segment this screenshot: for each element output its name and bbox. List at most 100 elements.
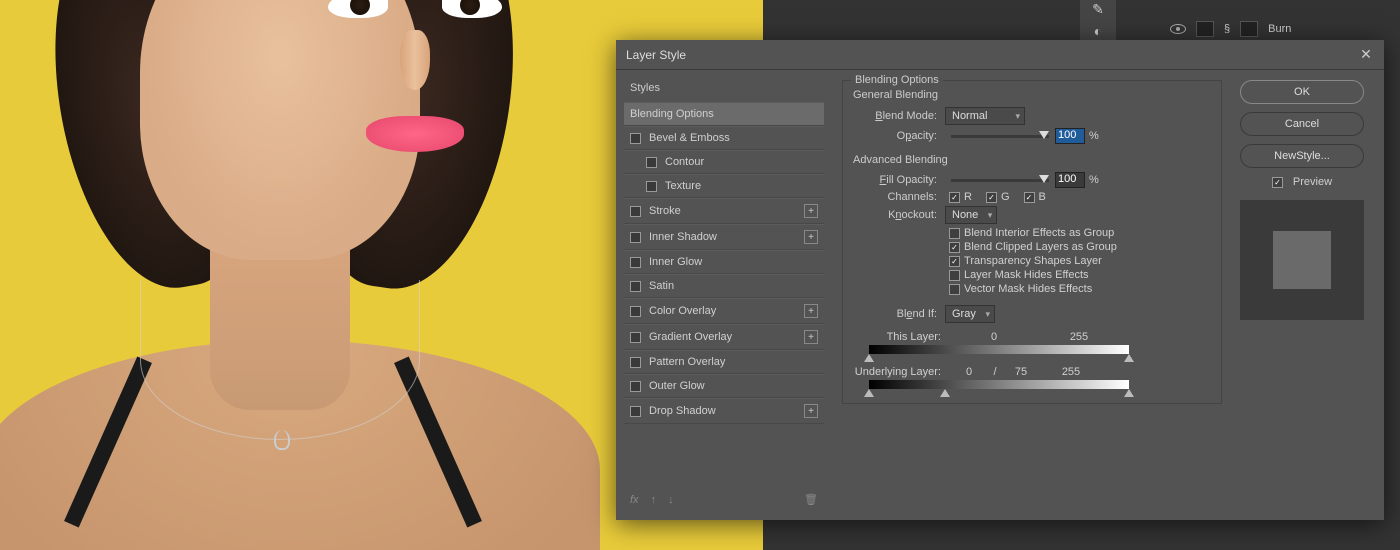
style-item-satin[interactable]: Satin — [624, 274, 824, 298]
channel-r-checkbox[interactable]: R — [949, 191, 972, 203]
style-item-pattern-overlay[interactable]: Pattern Overlay — [624, 350, 824, 374]
style-item-inner-shadow[interactable]: Inner Shadow+ — [624, 224, 824, 250]
ok-button[interactable]: OK — [1240, 80, 1364, 104]
arrow-up-icon[interactable]: ↑ — [651, 494, 657, 506]
dialog-titlebar[interactable]: Layer Style ✕ — [616, 40, 1384, 70]
preview-swatch — [1240, 200, 1364, 320]
opacity-slider[interactable] — [951, 135, 1049, 138]
style-checkbox[interactable] — [630, 206, 641, 217]
fill-opacity-slider[interactable] — [951, 179, 1049, 182]
style-item-blending-options[interactable]: Blending Options — [624, 102, 824, 126]
advanced-blend-label: Advanced Blending — [853, 154, 1211, 166]
style-checkbox[interactable] — [630, 406, 641, 417]
mini-toolbar: ✎ ◐ — [1080, 0, 1116, 40]
blendif-select[interactable]: Gray — [945, 305, 995, 323]
style-label: Contour — [665, 156, 818, 168]
cancel-button[interactable]: Cancel — [1240, 112, 1364, 136]
this-layer-val-b: 255 — [1039, 331, 1119, 343]
style-label: Color Overlay — [649, 305, 804, 317]
under-val-b: 255 — [1041, 366, 1101, 378]
layer-name[interactable]: Burn — [1268, 23, 1291, 35]
channel-b-checkbox[interactable]: B — [1024, 191, 1046, 203]
dialog-buttons: OK Cancel New Style... Preview — [1228, 70, 1376, 520]
opt-transparency[interactable]: Transparency Shapes Layer — [949, 255, 1211, 267]
panel-title: Blending Options — [851, 74, 943, 86]
opacity-label: Opacity: — [853, 130, 945, 142]
opt-interior[interactable]: Blend Interior Effects as Group — [949, 227, 1211, 239]
style-label: Blending Options — [630, 108, 818, 120]
fill-opacity-label: Fill Opacity: — [853, 174, 945, 186]
plus-icon[interactable]: + — [804, 304, 818, 318]
channel-g-checkbox[interactable]: G — [986, 191, 1010, 203]
arrow-down-icon[interactable]: ↓ — [668, 494, 674, 506]
style-checkbox[interactable] — [630, 332, 641, 343]
preview-checkbox[interactable]: Preview — [1240, 176, 1364, 188]
style-item-contour[interactable]: Contour — [624, 150, 824, 174]
plus-icon[interactable]: + — [804, 230, 818, 244]
knockout-select[interactable]: None — [945, 206, 997, 224]
style-item-outer-glow[interactable]: Outer Glow — [624, 374, 824, 398]
fx-icon[interactable]: fx — [630, 494, 639, 506]
plus-icon[interactable]: + — [804, 330, 818, 344]
this-layer-val-a: 0 — [949, 331, 1039, 343]
style-checkbox[interactable] — [646, 157, 657, 168]
style-label: Inner Glow — [649, 256, 818, 268]
link-icon[interactable]: § — [1224, 23, 1230, 35]
layer-mask-thumb[interactable] — [1240, 21, 1258, 37]
blend-mode-label: Blend Mode: — [853, 110, 945, 122]
blend-mode-select[interactable]: Normal — [945, 107, 1025, 125]
style-label: Drop Shadow — [649, 405, 804, 417]
fill-opacity-input[interactable]: 100 — [1055, 172, 1085, 188]
style-checkbox[interactable] — [630, 133, 641, 144]
style-label: Outer Glow — [649, 380, 818, 392]
trash-icon[interactable]: 🗑 — [804, 493, 818, 506]
style-label: Bevel & Emboss — [649, 132, 818, 144]
style-item-gradient-overlay[interactable]: Gradient Overlay+ — [624, 324, 824, 350]
style-checkbox[interactable] — [630, 232, 641, 243]
underlying-gradient[interactable] — [869, 380, 1129, 389]
styles-header: Styles — [624, 78, 824, 98]
style-label: Inner Shadow — [649, 231, 804, 243]
style-item-inner-glow[interactable]: Inner Glow — [624, 250, 824, 274]
style-item-bevel-emboss[interactable]: Bevel & Emboss — [624, 126, 824, 150]
this-layer-gradient[interactable] — [869, 345, 1129, 354]
style-item-stroke[interactable]: Stroke+ — [624, 198, 824, 224]
style-checkbox[interactable] — [630, 257, 641, 268]
dialog-title: Layer Style — [626, 48, 686, 62]
dodge-icon[interactable]: ◐ — [1089, 22, 1107, 40]
opacity-input[interactable]: 100 — [1055, 128, 1085, 144]
channels-label: Channels: — [853, 191, 945, 203]
blendif-label: Blend If: — [853, 308, 945, 320]
layers-row: § Burn — [1170, 18, 1390, 40]
layer-thumb-icon[interactable] — [1196, 21, 1214, 37]
knockout-label: Knockout: — [853, 209, 945, 221]
style-label: Stroke — [649, 205, 804, 217]
opt-layermask[interactable]: Layer Mask Hides Effects — [949, 269, 1211, 281]
visibility-icon[interactable] — [1170, 24, 1186, 34]
plus-icon[interactable]: + — [804, 204, 818, 218]
plus-icon[interactable]: + — [804, 404, 818, 418]
pct-label: % — [1089, 130, 1099, 142]
this-layer-label: This Layer: — [853, 331, 949, 343]
style-checkbox[interactable] — [646, 181, 657, 192]
style-checkbox[interactable] — [630, 381, 641, 392]
new-style-button[interactable]: New Style... — [1240, 144, 1364, 168]
opt-vectormask[interactable]: Vector Mask Hides Effects — [949, 283, 1211, 295]
sidebar-footer: fx ↑ ↓ 🗑 — [624, 487, 824, 512]
brush-icon[interactable]: ✎ — [1089, 0, 1107, 18]
style-item-drop-shadow[interactable]: Drop Shadow+ — [624, 398, 824, 424]
style-label: Texture — [665, 180, 818, 192]
style-item-color-overlay[interactable]: Color Overlay+ — [624, 298, 824, 324]
portrait-image — [0, 0, 560, 550]
opt-clipped[interactable]: Blend Clipped Layers as Group — [949, 241, 1211, 253]
under-val-a: 0 — [949, 366, 989, 378]
style-label: Gradient Overlay — [649, 331, 804, 343]
close-icon[interactable]: ✕ — [1358, 47, 1374, 63]
style-checkbox[interactable] — [630, 306, 641, 317]
style-label: Pattern Overlay — [649, 356, 818, 368]
style-item-texture[interactable]: Texture — [624, 174, 824, 198]
layer-style-dialog: Layer Style ✕ Styles Blending Options Bev… — [616, 40, 1384, 520]
style-checkbox[interactable] — [630, 357, 641, 368]
style-checkbox[interactable] — [630, 281, 641, 292]
styles-sidebar: Styles Blending Options Bevel & Emboss Con… — [616, 70, 832, 520]
